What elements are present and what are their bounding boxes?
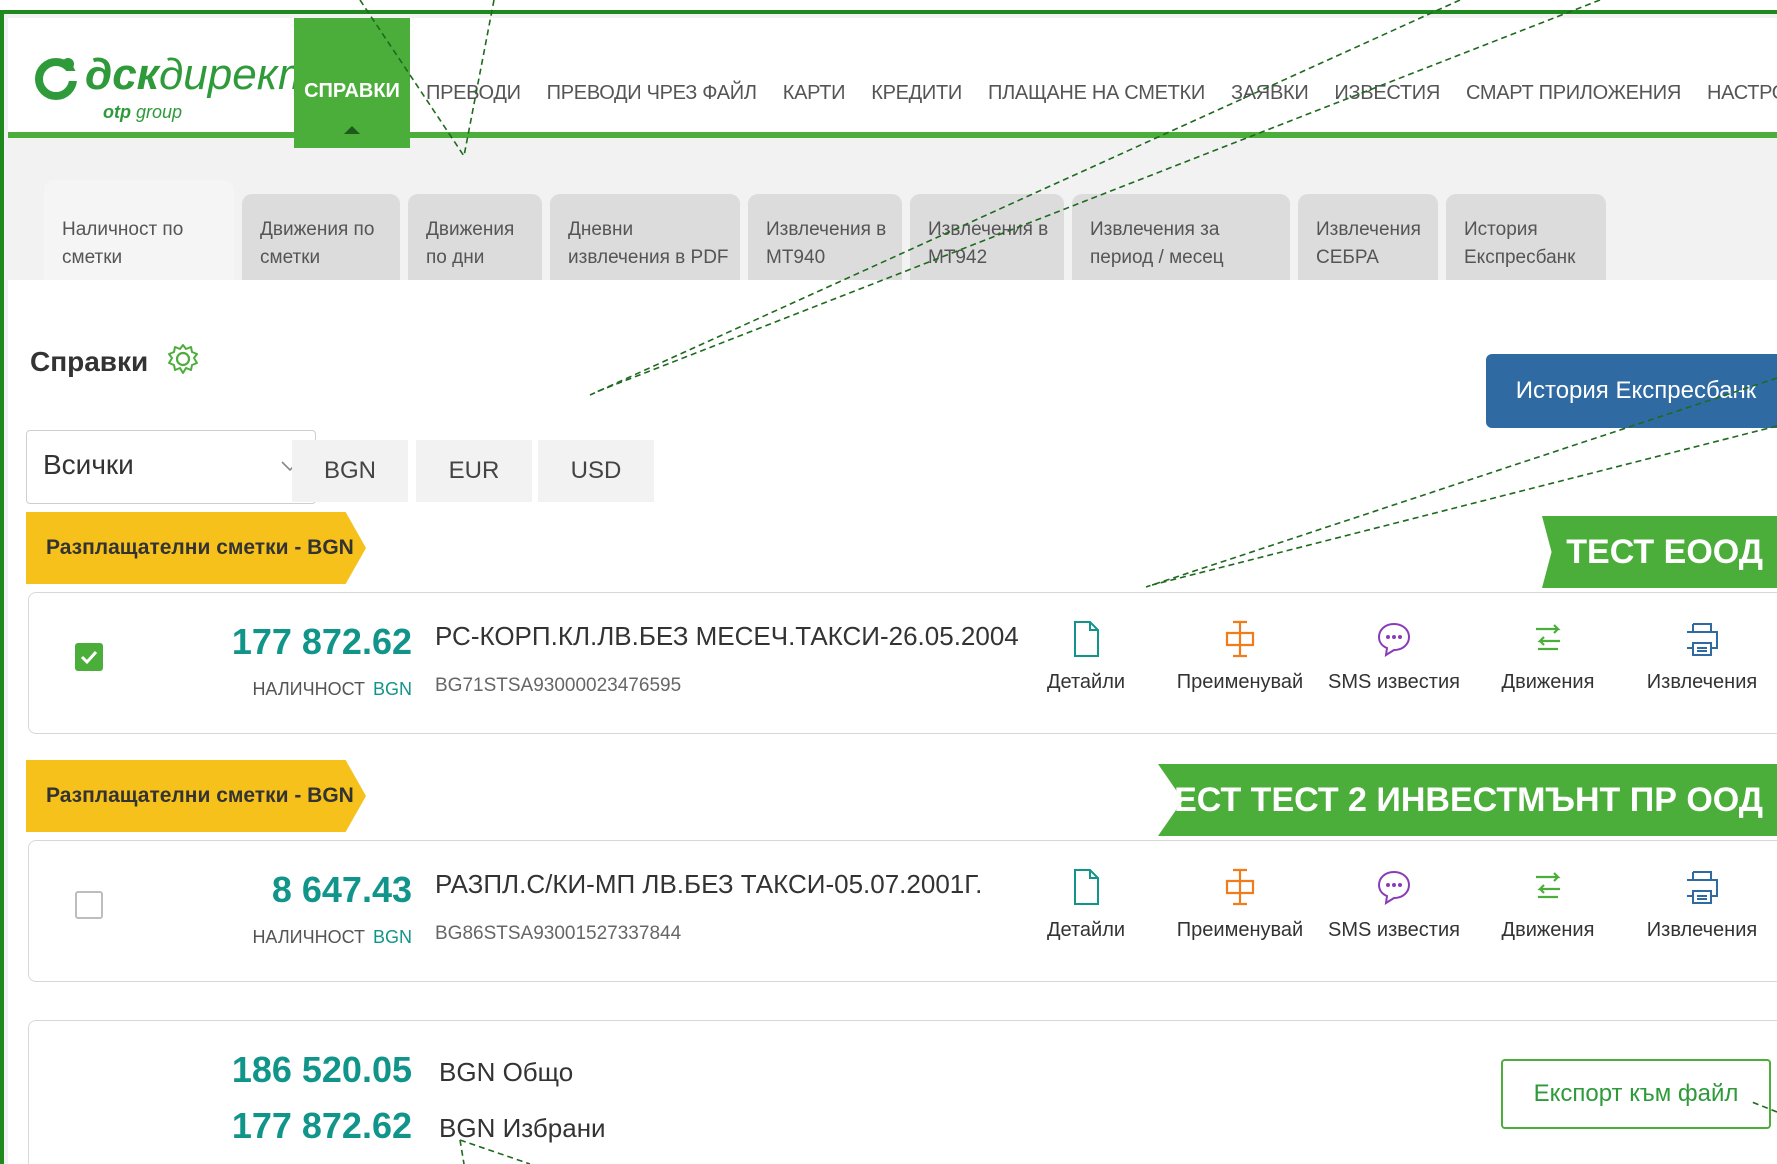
company-tag: ТЕСТ ТЕСТ 2 ИНВЕСТМЪНТ ПР ООД bbox=[1158, 764, 1777, 836]
statements-action[interactable]: Извлечения bbox=[1627, 867, 1777, 942]
nav-item-zayavki[interactable]: ЗАЯВКИ bbox=[1231, 82, 1309, 105]
sms-action[interactable]: SMS известия bbox=[1319, 619, 1469, 694]
printer-icon bbox=[1687, 623, 1718, 656]
top-navigation: дскдирект otp group СПРАВКИ ПРЕВОДИ ПРЕВ… bbox=[8, 18, 1777, 148]
nav-item-plashtane[interactable]: ПЛАЩАНЕ НА СМЕТКИ bbox=[988, 82, 1205, 105]
rename-action[interactable]: Преименувай bbox=[1165, 867, 1315, 942]
chat-bubble-icon bbox=[1377, 622, 1411, 657]
account-type-tag: Разплащателни сметки - BGN bbox=[26, 512, 366, 584]
tab-expressbank-history[interactable]: История Експресбанк bbox=[1446, 194, 1606, 280]
balance-label: НАЛИЧНОСТ BGN bbox=[252, 927, 412, 947]
sms-label: SMS известия bbox=[1328, 671, 1460, 693]
expressbank-history-button[interactable]: История Експресбанк bbox=[1486, 354, 1777, 428]
movements-action[interactable]: Движения bbox=[1473, 867, 1623, 942]
details-action[interactable]: Детайли bbox=[1011, 619, 1161, 694]
nav-item-krediti[interactable]: КРЕДИТИ bbox=[871, 82, 962, 105]
details-label: Детайли bbox=[1046, 919, 1126, 941]
nav-item-prevodi-file[interactable]: ПРЕВОДИ ЧРЕЗ ФАЙЛ bbox=[547, 82, 757, 105]
currency-filter-eur[interactable]: EUR bbox=[416, 440, 532, 502]
movements-label: Движения bbox=[1501, 919, 1595, 941]
statements-action[interactable]: Извлечения bbox=[1627, 619, 1777, 694]
statements-label: Извлечения bbox=[1646, 671, 1758, 693]
selected-label: BGN Избрани bbox=[439, 1113, 606, 1143]
dsk-logo-icon bbox=[35, 58, 79, 100]
tab-mt940[interactable]: Извлечения в MT940 bbox=[748, 194, 902, 280]
account-iban: BG71STSA93000023476595 bbox=[435, 675, 682, 696]
currency-filter-usd[interactable]: USD bbox=[538, 440, 654, 502]
account-balance-amount: 8 647.43 bbox=[271, 869, 412, 910]
statements-label: Извлечения bbox=[1646, 919, 1758, 941]
total-amount: 186 520.05 bbox=[231, 1049, 412, 1090]
export-to-file-button[interactable]: Експорт към файл bbox=[1501, 1059, 1771, 1129]
rename-action[interactable]: Преименувай bbox=[1165, 619, 1315, 694]
sms-action[interactable]: SMS известия bbox=[1319, 867, 1469, 942]
details-label: Детайли bbox=[1046, 671, 1126, 693]
account-checkbox[interactable] bbox=[75, 891, 103, 919]
nav-item-nastroyki[interactable]: НАСТРОЙКИ bbox=[1707, 82, 1777, 105]
total-label: BGN Общо bbox=[439, 1057, 574, 1087]
movements-label: Движения bbox=[1501, 671, 1595, 693]
currency-filter-bgn[interactable]: BGN bbox=[292, 440, 408, 502]
totals-card: 186 520.05 BGN Общо 177 872.62 BGN Избра… bbox=[28, 1020, 1777, 1164]
select-value: Всички bbox=[43, 449, 134, 480]
rename-label: Преименувай bbox=[1176, 671, 1304, 693]
logo-brand-text: дскдирект bbox=[85, 50, 315, 99]
account-filter-select[interactable]: Всички bbox=[26, 430, 316, 504]
account-type-tag: Разплащателни сметки - BGN bbox=[26, 760, 366, 832]
dsk-direkt-logo[interactable]: дскдирект otp group bbox=[33, 48, 315, 128]
main-nav: ПРЕВОДИ ПРЕВОДИ ЧРЕЗ ФАЙЛ КАРТИ КРЕДИТИ … bbox=[426, 82, 1777, 105]
account-name: РС-КОРП.КЛ.ЛВ.БЕЗ МЕСЕЧ.ТАКСИ-26.05.2004 bbox=[435, 621, 1019, 651]
account-name: РАЗПЛ.С/КИ-МП ЛВ.БЕЗ ТАКСИ-05.07.2001Г. bbox=[435, 869, 983, 899]
printer-icon bbox=[1687, 871, 1718, 904]
tab-mt942[interactable]: Извлечения в MT942 bbox=[910, 194, 1064, 280]
app-frame: дскдирект otp group СПРАВКИ ПРЕВОДИ ПРЕВ… bbox=[0, 10, 1777, 1164]
rename-icon bbox=[1225, 868, 1255, 906]
balance-label: НАЛИЧНОСТ BGN bbox=[252, 679, 412, 699]
company-tag: ТЕСТ ЕООД bbox=[1542, 516, 1777, 588]
rename-label: Преименувай bbox=[1176, 919, 1304, 941]
logo-sub-text: otp group bbox=[103, 102, 183, 122]
nav-item-izvestiya[interactable]: ИЗВЕСТИЯ bbox=[1334, 82, 1440, 105]
tab-balances[interactable]: Наличност по сметки bbox=[44, 180, 234, 284]
movements-action[interactable]: Движения bbox=[1473, 619, 1623, 694]
account-iban: BG86STSA93001527337844 bbox=[435, 923, 682, 944]
rename-icon bbox=[1225, 620, 1255, 658]
nav-item-spravki[interactable]: СПРАВКИ bbox=[294, 18, 410, 148]
nav-item-smart[interactable]: СМАРТ ПРИЛОЖЕНИЯ bbox=[1466, 82, 1681, 105]
tab-account-movements[interactable]: Движения по сметки bbox=[242, 194, 400, 280]
tab-period-statements[interactable]: Извлечения за период / месец bbox=[1072, 194, 1290, 280]
document-icon bbox=[1074, 621, 1099, 657]
nav-item-karti[interactable]: КАРТИ bbox=[783, 82, 846, 105]
arrows-exchange-icon bbox=[1536, 872, 1561, 899]
tab-sebra[interactable]: Извлечения СЕБРА bbox=[1298, 194, 1438, 280]
tab-daily-movements[interactable]: Движения по дни bbox=[408, 194, 542, 280]
account-checkbox[interactable] bbox=[75, 643, 103, 671]
document-icon bbox=[1074, 869, 1099, 905]
check-icon bbox=[80, 650, 98, 665]
gear-icon[interactable] bbox=[166, 342, 200, 376]
details-action[interactable]: Детайли bbox=[1011, 867, 1161, 942]
account-balance-amount: 177 872.62 bbox=[231, 621, 412, 662]
sms-label: SMS известия bbox=[1328, 919, 1460, 941]
account-card: 177 872.62 НАЛИЧНОСТ BGN РС-КОРП.КЛ.ЛВ.БЕ… bbox=[28, 592, 1777, 734]
main-panel: Справки История Експресбанк Всички BGN E… bbox=[8, 280, 1777, 1164]
page-title: Справки bbox=[30, 346, 149, 377]
nav-item-prevodi[interactable]: ПРЕВОДИ bbox=[426, 82, 521, 105]
arrows-exchange-icon bbox=[1536, 624, 1561, 651]
chat-bubble-icon bbox=[1377, 870, 1411, 905]
tab-daily-pdf[interactable]: Дневни извлечения в PDF bbox=[550, 194, 740, 280]
selected-amount: 177 872.62 bbox=[231, 1105, 412, 1146]
account-card: 8 647.43 НАЛИЧНОСТ BGN РАЗПЛ.С/КИ-МП ЛВ.Б… bbox=[28, 840, 1777, 982]
